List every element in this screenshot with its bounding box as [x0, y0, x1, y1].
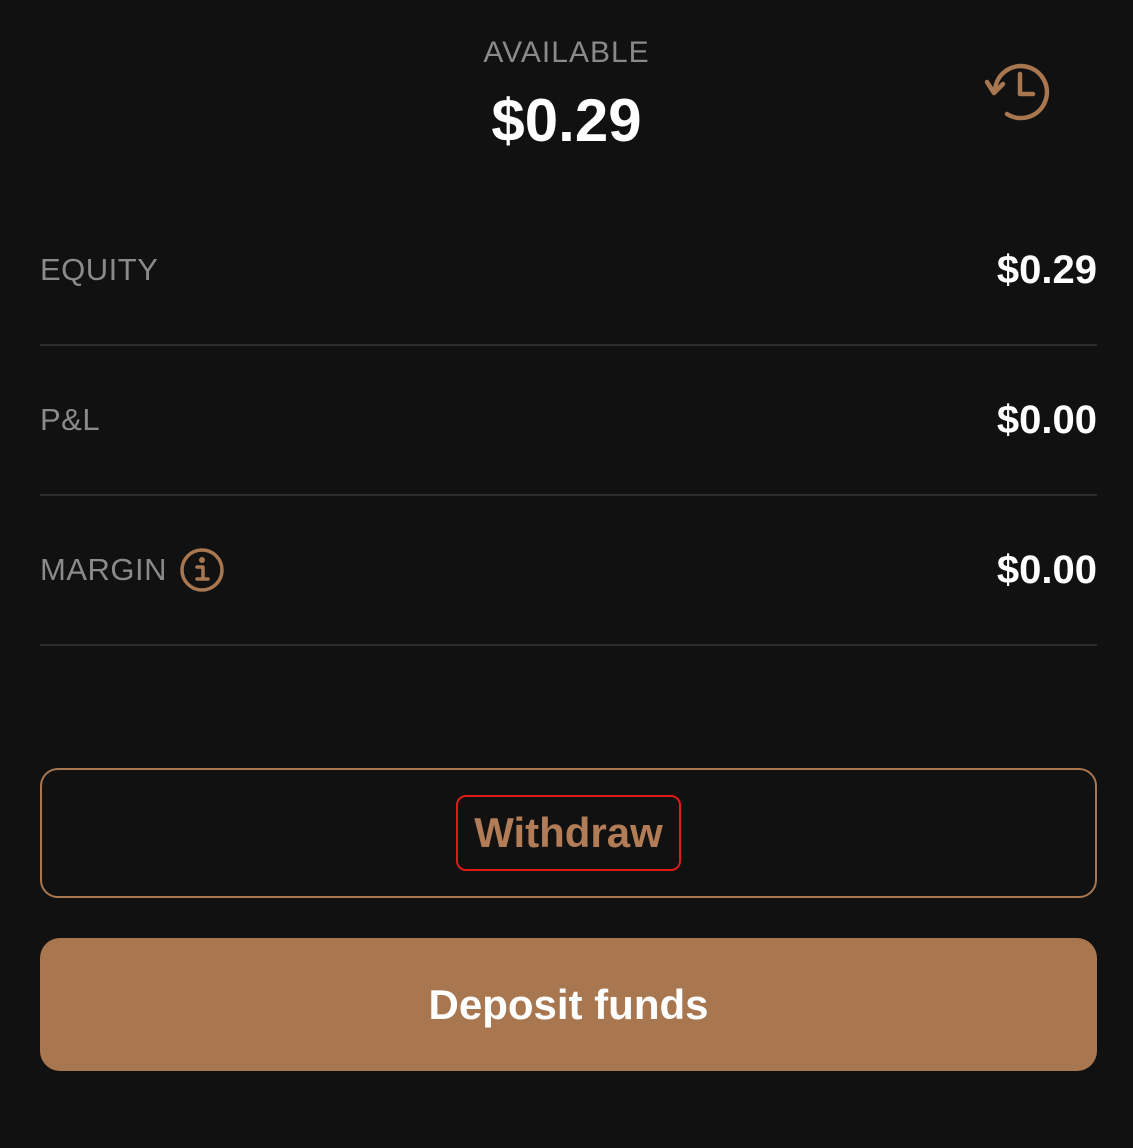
balance-header: AVAILABLE $0.29 — [0, 0, 1133, 190]
margin-value: $0.00 — [996, 547, 1097, 592]
equity-value: $0.29 — [996, 247, 1097, 292]
equity-label: EQUITY — [40, 252, 158, 288]
withdraw-button[interactable]: Withdraw — [40, 768, 1097, 898]
equity-label-text: EQUITY — [40, 252, 159, 287]
info-icon[interactable] — [179, 547, 225, 593]
info-circle-icon — [180, 548, 224, 592]
pnl-row: P&L $0.00 — [40, 346, 1097, 496]
available-amount: $0.29 — [491, 87, 642, 154]
withdraw-button-label: Withdraw — [456, 795, 681, 871]
pnl-label-text: P&L — [40, 402, 101, 437]
account-funds-screen: AVAILABLE $0.29 EQUITY $0.29 P&L $0.00 M… — [0, 0, 1133, 1148]
available-label: AVAILABLE — [483, 36, 650, 69]
margin-label-text: MARGIN — [40, 552, 167, 587]
margin-label: MARGIN — [40, 547, 225, 593]
history-button[interactable] — [978, 58, 1056, 128]
deposit-funds-button-label: Deposit funds — [428, 980, 709, 1028]
history-clock-icon — [984, 63, 1050, 121]
balance-details-list: EQUITY $0.29 P&L $0.00 MARGIN $0.00 — [40, 196, 1097, 646]
equity-row: EQUITY $0.29 — [40, 196, 1097, 346]
deposit-funds-button[interactable]: Deposit funds — [40, 938, 1097, 1071]
margin-row: MARGIN $0.00 — [40, 496, 1097, 646]
pnl-label: P&L — [40, 402, 100, 438]
pnl-value: $0.00 — [996, 397, 1097, 442]
